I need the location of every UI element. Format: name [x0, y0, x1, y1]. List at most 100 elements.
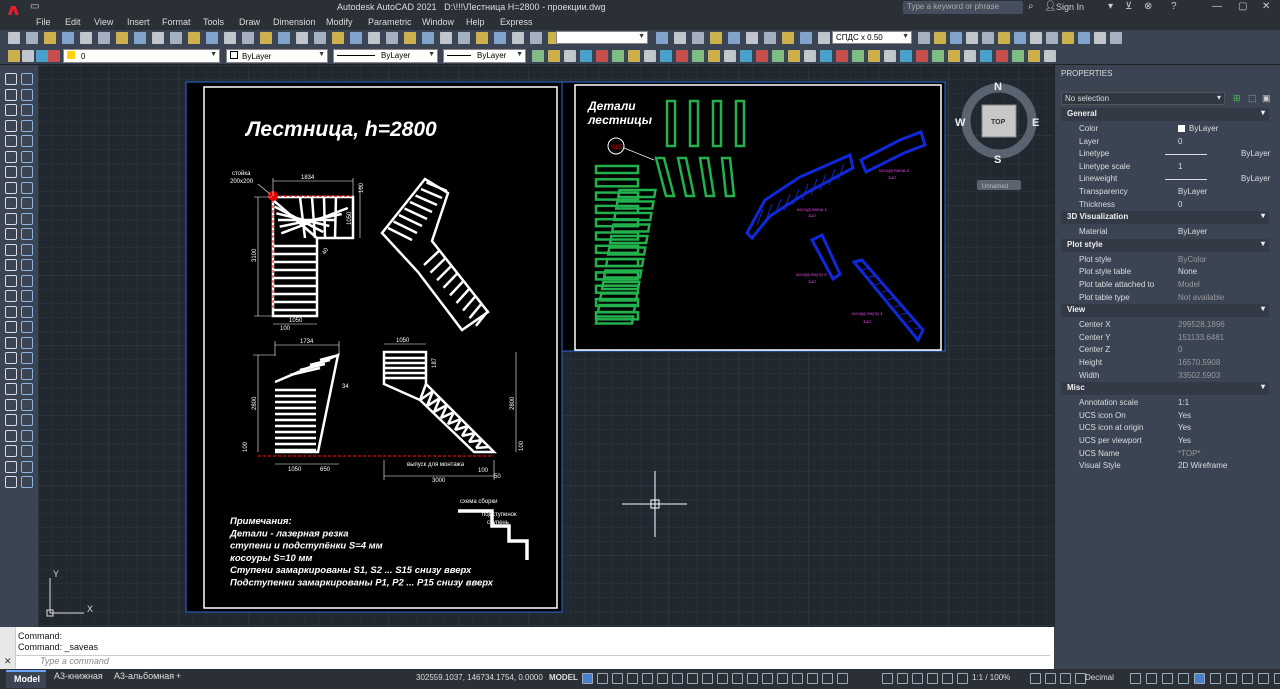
draw-tool-icon[interactable]	[21, 104, 33, 116]
draw-tool-icon[interactable]	[21, 460, 33, 473]
status-toggle-icon[interactable]	[882, 673, 893, 684]
property-value[interactable]: ByLayer	[1178, 187, 1207, 196]
toolbar-button-icon[interactable]	[674, 32, 686, 44]
toolbar-button-icon[interactable]	[1028, 50, 1040, 62]
toolbar-button-icon[interactable]	[512, 32, 524, 44]
draw-tool-icon[interactable]	[21, 398, 33, 411]
draw-tool-icon[interactable]	[5, 398, 17, 411]
property-value[interactable]: 0	[1178, 137, 1182, 146]
selection-select[interactable]: No selection ▾	[1061, 92, 1225, 105]
toolbar-button-icon[interactable]	[44, 32, 56, 44]
toolbar-button-icon[interactable]	[934, 32, 946, 44]
toolbar-button-icon[interactable]	[152, 32, 164, 44]
draw-tool-icon[interactable]	[5, 352, 17, 364]
status-toggle-icon[interactable]	[777, 673, 788, 684]
cart-icon[interactable]: ⊻	[1125, 1, 1132, 12]
collapse-icon[interactable]: ▾	[1261, 304, 1265, 313]
property-value[interactable]: ByLayer	[1165, 174, 1270, 183]
toolbar-button-icon[interactable]	[788, 50, 800, 62]
collapse-icon[interactable]: ▾	[1261, 211, 1265, 220]
toolbar-button-icon[interactable]	[332, 32, 344, 44]
toolbar-button-icon[interactable]	[708, 50, 720, 62]
user-icon[interactable]: 👤︎	[1044, 1, 1057, 12]
property-value[interactable]: ByColor	[1178, 255, 1206, 264]
toolbar-button-icon[interactable]	[170, 32, 182, 44]
property-value[interactable]: 0	[1178, 345, 1182, 354]
draw-tool-icon[interactable]	[21, 274, 33, 287]
draw-tool-icon[interactable]	[21, 476, 33, 488]
status-toggle-icon[interactable]	[1274, 673, 1280, 684]
draw-tool-icon[interactable]	[5, 383, 17, 395]
viewcube-face[interactable]: TOP	[991, 119, 1006, 126]
command-input[interactable]: Type a command	[16, 655, 1050, 667]
status-toggle-icon[interactable]	[792, 673, 803, 684]
toolbar-button-icon[interactable]	[8, 32, 20, 44]
property-value[interactable]: 151133.6481	[1178, 333, 1224, 342]
property-row[interactable]: Transparency ByLayer	[1061, 186, 1269, 199]
property-row[interactable]: Center Y 151133.6481	[1061, 332, 1269, 345]
property-value[interactable]: Not available	[1178, 293, 1224, 302]
toolbar-button-icon[interactable]	[494, 32, 506, 44]
status-toggle-icon[interactable]	[687, 673, 698, 684]
property-row[interactable]: Center Z 0	[1061, 344, 1269, 357]
draw-tool-icon[interactable]	[21, 305, 33, 318]
menu-view[interactable]: View	[94, 17, 113, 27]
tab-model[interactable]: Model	[6, 670, 46, 688]
toolbar-button-icon[interactable]	[728, 32, 740, 44]
select-objects-icon[interactable]: ⬚	[1248, 93, 1257, 104]
toolbar-button-icon[interactable]	[980, 50, 992, 62]
toolbar-button-icon[interactable]	[800, 32, 812, 44]
property-row[interactable]: Plot style table None	[1061, 266, 1269, 279]
status-toggle-icon[interactable]	[657, 673, 668, 684]
draw-tool-icon[interactable]	[5, 476, 17, 488]
quick-select-icon[interactable]: ⊞	[1233, 93, 1241, 104]
draw-tool-icon[interactable]	[21, 429, 33, 442]
menu-help[interactable]: Help	[466, 17, 485, 27]
draw-tool-icon[interactable]	[5, 414, 17, 426]
toolbar-button-icon[interactable]	[1014, 32, 1026, 44]
toolbar-button-icon[interactable]	[916, 50, 928, 62]
toolbar-button-icon[interactable]	[386, 32, 398, 44]
property-value[interactable]: 1	[1178, 162, 1182, 171]
menu-file[interactable]: File	[36, 17, 51, 27]
toolbar-button-icon[interactable]	[22, 50, 34, 62]
toolbar-button-icon[interactable]	[260, 32, 272, 44]
toolbar-button-icon[interactable]	[530, 32, 542, 44]
draw-tool-icon[interactable]	[5, 336, 17, 349]
toolbar-button-icon[interactable]	[134, 32, 146, 44]
toolbar-button-icon[interactable]	[1078, 32, 1090, 44]
draw-tool-icon[interactable]	[5, 150, 17, 163]
status-toggle-icon[interactable]	[822, 673, 833, 684]
draw-tool-icon[interactable]	[5, 197, 17, 209]
property-value[interactable]: *TOP*	[1178, 449, 1201, 458]
toolbar-button-icon[interactable]	[884, 50, 896, 62]
property-row[interactable]: UCS icon at origin Yes	[1061, 422, 1269, 435]
draw-tool-icon[interactable]	[21, 150, 33, 163]
draw-tool-icon[interactable]	[5, 181, 17, 194]
property-row[interactable]: Annotation scale 1:1	[1061, 397, 1269, 410]
search-input[interactable]: Type a keyword or phrase	[903, 1, 1023, 14]
menu-insert[interactable]: Insert	[127, 17, 150, 27]
toolbar-button-icon[interactable]	[644, 50, 656, 62]
toolbar-button-icon[interactable]	[966, 32, 978, 44]
status-toggle-icon[interactable]	[1060, 673, 1071, 684]
property-value[interactable]: 2D Wireframe	[1178, 461, 1227, 470]
property-value[interactable]: Yes	[1178, 411, 1191, 420]
property-value[interactable]: ByLayer	[1178, 227, 1207, 236]
toolbar-button-icon[interactable]	[368, 32, 380, 44]
property-row[interactable]: Layer 0	[1061, 136, 1269, 149]
toolbar-button-icon[interactable]	[1094, 32, 1106, 44]
toolbar-button-icon[interactable]	[612, 50, 624, 62]
annotation-scale[interactable]: 1:1 / 100%	[972, 673, 1010, 682]
status-toggle-icon[interactable]	[1242, 673, 1253, 684]
toolbar-button-icon[interactable]	[950, 32, 962, 44]
property-row[interactable]: Width 33502.5903	[1061, 370, 1269, 383]
property-row[interactable]: Color ByLayer	[1061, 123, 1269, 136]
menu-modify[interactable]: Modify	[326, 17, 353, 27]
toolbar-button-icon[interactable]	[404, 32, 416, 44]
toolbar-button-icon[interactable]	[80, 32, 92, 44]
toolbar-button-icon[interactable]	[1044, 50, 1056, 62]
status-toggle-icon[interactable]	[1178, 673, 1189, 684]
units-select[interactable]: Decimal	[1085, 673, 1114, 682]
toolbar-button-icon[interactable]	[422, 32, 434, 44]
